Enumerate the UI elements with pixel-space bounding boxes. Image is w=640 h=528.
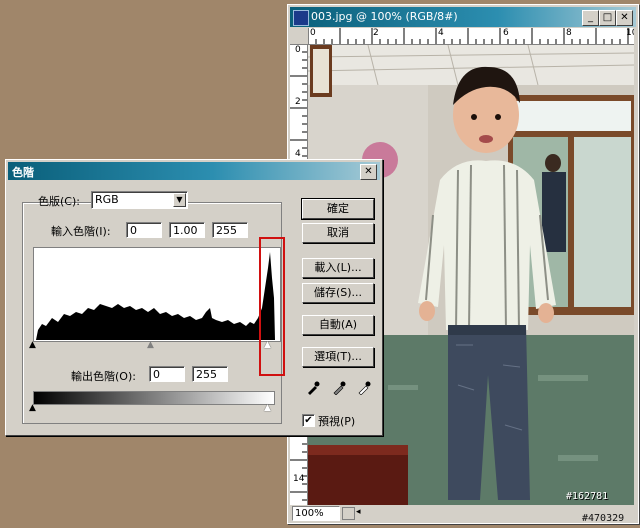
input-black-slider[interactable]: ▲ [29, 341, 36, 350]
horizontal-ruler: 0 2 4 6 8 10 [308, 28, 634, 45]
input-black-field[interactable]: 0 [126, 222, 162, 238]
gray-eyedropper-icon[interactable] [332, 381, 346, 395]
channel-select-value: RGB [95, 193, 119, 206]
output-black-field[interactable]: 0 [149, 366, 185, 382]
ruler-ticks [308, 28, 629, 44]
channel-select[interactable]: RGB ▼ [91, 191, 188, 209]
cancel-button[interactable]: 取消 [302, 223, 374, 243]
output-white-slider[interactable]: ▲ [264, 404, 271, 413]
input-levels-label: 輸入色階(I): [51, 225, 111, 238]
load-button[interactable]: 載入(L)... [302, 258, 374, 278]
photoshop-doc-icon [293, 10, 309, 26]
black-eyedropper-icon[interactable] [306, 381, 320, 395]
chevron-down-icon[interactable]: ▼ [173, 193, 186, 207]
input-gamma-slider[interactable]: ▲ [147, 341, 154, 350]
levels-dialog-titlebar[interactable]: 色階 ✕ [8, 162, 380, 180]
input-gamma-field[interactable]: 1.00 [169, 222, 205, 238]
scroll-arrow-icon[interactable]: ◂ [356, 507, 364, 518]
maximize-button[interactable]: □ [599, 10, 616, 26]
close-button[interactable]: ✕ [616, 10, 633, 26]
levels-dialog[interactable]: 色階 ✕ 色版(C): RGB ▼ 輸入色階(I): 0 1.00 255 ▲ … [5, 159, 383, 436]
preview-label: 預視(P) [318, 415, 356, 428]
ok-button[interactable]: 確定 [301, 198, 375, 220]
zoom-field[interactable]: 100% [292, 506, 340, 521]
options-button[interactable]: 選項(T)... [302, 347, 374, 367]
highlight-annotation-box [259, 237, 285, 376]
output-levels-label: 輸出色階(O): [71, 370, 136, 383]
levels-dialog-title: 色階 [12, 166, 34, 179]
image-window-titlebar[interactable]: 003.jpg @ 100% (RGB/8#) _ □ ✕ [290, 7, 636, 27]
output-gradient-bar [33, 391, 275, 405]
histogram-graph [36, 252, 275, 340]
minimize-button[interactable]: _ [582, 10, 599, 26]
preview-checkbox[interactable]: ✔ [302, 414, 315, 427]
watermark-id-b: #470329 [582, 513, 625, 524]
channel-label: 色版(C): [38, 195, 80, 208]
save-button[interactable]: 儲存(S)... [302, 283, 374, 303]
status-info-icon[interactable] [342, 507, 355, 520]
dialog-close-button[interactable]: ✕ [360, 164, 377, 180]
white-eyedropper-icon[interactable] [357, 381, 371, 395]
watermark-id-a: #162781 [566, 491, 609, 502]
output-black-slider[interactable]: ▲ [29, 404, 36, 413]
output-white-field[interactable]: 255 [192, 366, 228, 382]
image-window-title: 003.jpg @ 100% (RGB/8#) [311, 10, 458, 23]
auto-button[interactable]: 自動(A) [302, 315, 374, 335]
histogram [33, 247, 281, 342]
input-white-field[interactable]: 255 [212, 222, 248, 238]
